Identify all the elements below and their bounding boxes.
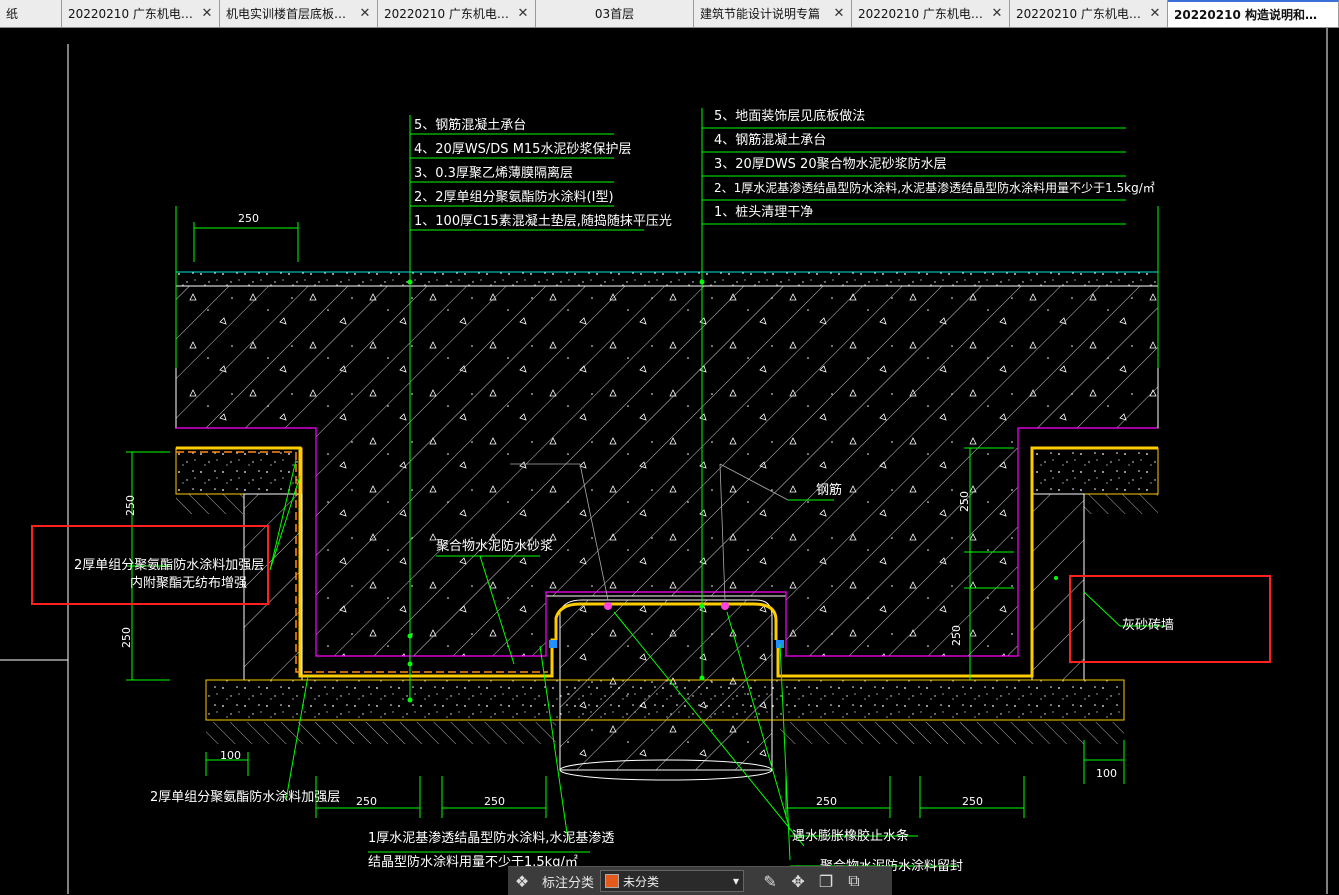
annotation-category-label: 标注分类 xyxy=(542,875,595,891)
dim-250-right-lower: 250 xyxy=(950,625,963,646)
right-note-2: 2、1厚水泥基渗透结晶型防水涂料,水泥基渗透结晶型防水涂料用量不少于1.5kg/… xyxy=(714,181,1155,195)
tab-label: 20220210 广东机电职… xyxy=(858,7,987,21)
tab-label: 纸 xyxy=(6,7,19,21)
dim-250-b1: 250 xyxy=(356,795,377,808)
copy-icon[interactable]: ❐ xyxy=(812,867,840,895)
tab-label: 20220210 广东机电职… xyxy=(68,7,197,21)
dim-250-b3: 250 xyxy=(816,795,837,808)
tab-6[interactable]: 建筑节能设计说明专篇 ✕ xyxy=(694,0,852,27)
left-note-3: 3、0.3厚聚乙烯薄膜隔离层 xyxy=(414,166,573,181)
tab-8[interactable]: 20220210 广东机电职… ✕ xyxy=(1010,0,1168,27)
close-icon[interactable]: ✕ xyxy=(833,6,845,21)
right-note-1: 1、桩头清理干净 xyxy=(714,205,814,220)
tab-7[interactable]: 20220210 广东机电职… ✕ xyxy=(852,0,1010,27)
move-icon[interactable]: ✥ xyxy=(784,867,812,895)
category-value: 未分类 xyxy=(623,874,660,889)
edit-icon[interactable]: ✎ xyxy=(756,867,784,895)
right-note-3: 3、20厚DWS 20聚合物水泥砂浆防水层 xyxy=(714,157,947,172)
tab-label: 20220210 广东机电职… xyxy=(1016,7,1145,21)
annotation-toolbar: ❖ 标注分类 未分类 ▾ ✎ ✥ ❐ ⧉ xyxy=(508,866,892,895)
tab-4[interactable]: 20220210 广东机电职… ✕ xyxy=(378,0,536,27)
dim-100-left: 100 xyxy=(220,749,241,762)
dim-250-b4: 250 xyxy=(962,795,983,808)
tab-3[interactable]: 机电实训楼首层底板… ✕ xyxy=(220,0,378,27)
close-icon[interactable]: ✕ xyxy=(991,6,1003,21)
tab-label: 20220210 广东机电职… xyxy=(384,7,513,21)
tab-5[interactable]: 03首层 xyxy=(536,0,694,27)
tab-1[interactable]: 纸 xyxy=(0,0,62,27)
callout-water-stop: 遇水膨胀橡胶止水条 xyxy=(792,829,910,844)
right-note-5: 5、地面装饰层见底板做法 xyxy=(714,109,866,124)
chevron-down-icon: ▾ xyxy=(732,874,740,888)
tab-label: 机电实训楼首层底板… xyxy=(226,7,347,21)
cad-drawing-canvas[interactable]: 5、钢筋混凝土承台 4、20厚WS/DS M15水泥砂浆保护层 3、0.3厚聚乙… xyxy=(0,28,1339,894)
dim-250-left-lower: 250 xyxy=(120,627,133,648)
close-icon[interactable]: ✕ xyxy=(1149,6,1161,21)
tab-label: 03首层 xyxy=(594,7,635,21)
tab-bar: 纸 20220210 广东机电职… ✕ 机电实训楼首层底板… ✕ 20220210 … xyxy=(0,0,1339,28)
category-color-swatch xyxy=(605,874,620,888)
callout-brick-wall: 灰砂砖墙 xyxy=(1122,618,1175,633)
callout-rebar: 钢筋 xyxy=(816,483,843,498)
paste-icon[interactable]: ⧉ xyxy=(840,867,868,895)
dim-100-right: 100 xyxy=(1096,767,1117,780)
left-note-4: 4、20厚WS/DS M15水泥砂浆保护层 xyxy=(414,142,632,157)
close-icon[interactable]: ✕ xyxy=(359,6,371,21)
dim-250-left-upper: 250 xyxy=(124,495,137,516)
tab-label: 建筑节能设计说明专篇 xyxy=(700,7,821,21)
callout-polyester-fabric: 内附聚酯无纺布增强 xyxy=(130,576,248,591)
right-note-4: 4、钢筋混凝土承台 xyxy=(714,133,827,148)
callout-bottom-reinforce: 2厚单组分聚氨酯防水涂料加强层 xyxy=(150,790,341,805)
close-icon[interactable]: ✕ xyxy=(517,6,529,21)
close-icon[interactable]: ✕ xyxy=(201,6,213,21)
callout-crystalline-1: 1厚水泥基渗透结晶型防水涂料,水泥基渗透 xyxy=(368,831,615,846)
drawing-svg xyxy=(0,28,1328,894)
dim-250-right-upper: 250 xyxy=(958,491,971,512)
category-select[interactable]: 未分类 ▾ xyxy=(600,870,745,892)
callout-polymer-mortar: 聚合物水泥防水砂浆 xyxy=(436,539,554,554)
left-note-5: 5、钢筋混凝土承台 xyxy=(414,118,527,133)
tab-label: 20220210 构造说明和… xyxy=(1174,8,1317,22)
callout-reinforce-layer: 2厚单组分聚氨酯防水涂料加强层 xyxy=(74,558,265,573)
dim-250-top: 250 xyxy=(238,212,259,225)
tab-2[interactable]: 20220210 广东机电职… ✕ xyxy=(62,0,220,27)
tab-9-active[interactable]: 20220210 构造说明和… xyxy=(1168,0,1339,27)
dim-250-b2: 250 xyxy=(484,795,505,808)
left-note-2: 2、2厚单组分聚氨酯防水涂料(I型) xyxy=(414,190,614,205)
grid-apps-icon[interactable]: ❖ xyxy=(508,867,536,895)
left-note-1: 1、100厚C15素混凝土垫层,随捣随抹平压光 xyxy=(414,214,672,229)
